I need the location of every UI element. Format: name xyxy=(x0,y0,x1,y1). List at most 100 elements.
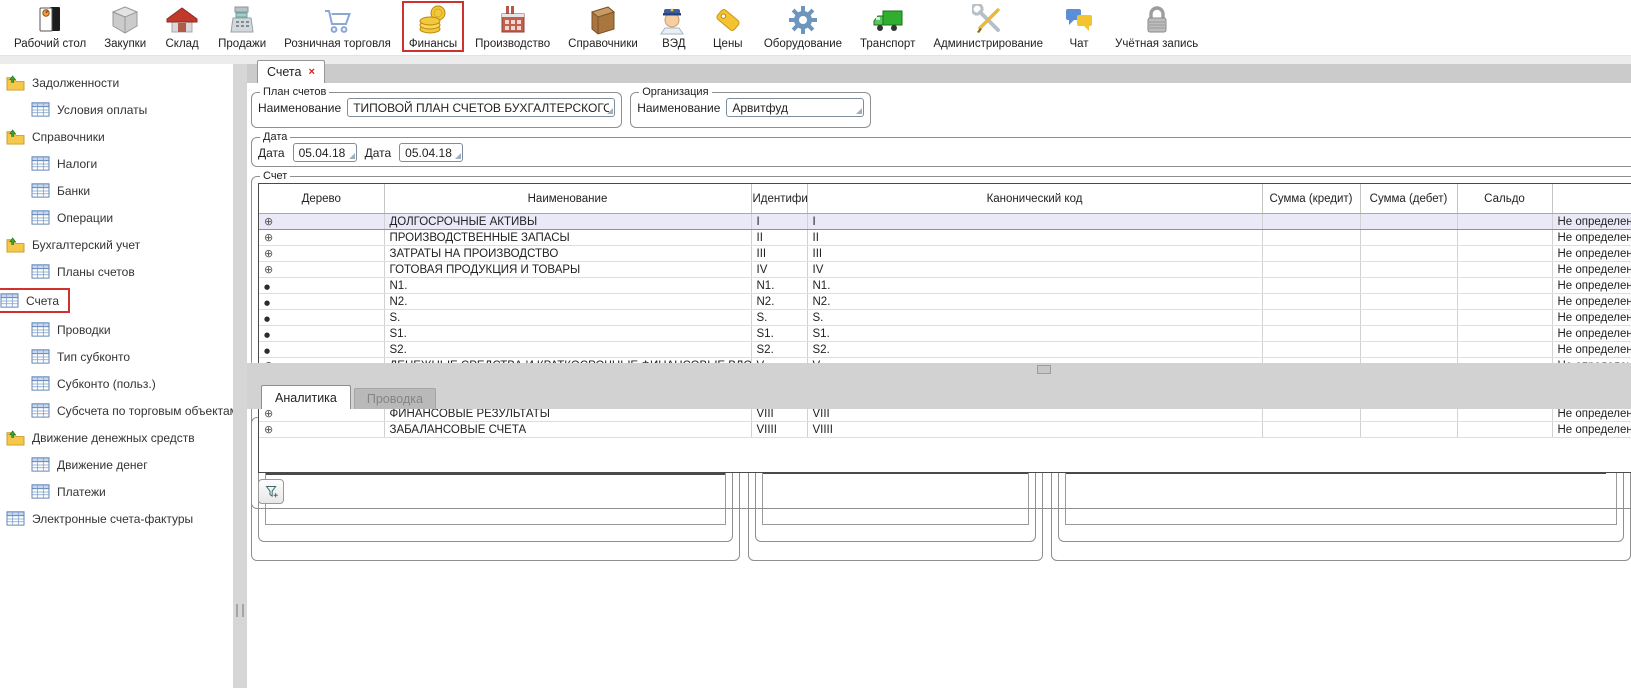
close-icon[interactable]: × xyxy=(308,66,314,78)
account-row[interactable]: ●N1.N1.N1.Не определено xyxy=(259,278,1631,294)
toolbar-item-truck[interactable]: Транспорт xyxy=(858,2,917,51)
sidebar-item[interactable]: Налоги xyxy=(31,153,97,174)
accounts-column-header-7[interactable] xyxy=(1552,184,1631,214)
date-from-label: Дата xyxy=(258,146,285,160)
toolbar-item-label: Финансы xyxy=(409,38,457,50)
toolbar-item-purchases-box[interactable]: Закупки xyxy=(102,2,148,51)
sidebar-item[interactable]: Субконто (польз.) xyxy=(31,373,156,394)
tools-icon xyxy=(970,3,1006,37)
splitter-grip-icon[interactable] xyxy=(1037,365,1051,374)
accounts-column-header-3[interactable]: Канонический код xyxy=(807,184,1262,214)
accounts-column-header-6[interactable]: Сальдо xyxy=(1457,184,1552,214)
book-icon xyxy=(585,3,621,37)
coins-icon xyxy=(415,3,451,37)
toolbar-item-tools[interactable]: Администрирование xyxy=(931,2,1045,51)
account-row[interactable]: ●S.S.S.Не определено xyxy=(259,310,1631,326)
sidebar-item[interactable]: Электронные счета-фактуры xyxy=(6,508,193,529)
sidebar-item[interactable]: Банки xyxy=(31,180,90,201)
sidebar-item[interactable]: Справочники xyxy=(6,126,105,147)
account-row[interactable]: ⊕ЗАБАЛАНСОВЫЕ СЧЕТАVIIIIVIIIIНе определе… xyxy=(259,422,1631,438)
accounts-column-header-2[interactable]: Идентифи xyxy=(751,184,807,214)
tree-expand-icon[interactable]: ⊕ xyxy=(264,263,273,276)
sidebar-item[interactable]: Проводки xyxy=(31,319,111,340)
sidebar-item[interactable]: Операции xyxy=(31,207,113,228)
filter-button[interactable] xyxy=(258,479,284,504)
sidebar-item-label: Субсчета по торговым объектам xyxy=(57,404,233,418)
sidebar-splitter[interactable] xyxy=(233,64,247,688)
plan-name-input[interactable] xyxy=(347,98,615,117)
toolbar-item-lock[interactable]: Учётная запись xyxy=(1113,2,1200,51)
toolbar-item-book[interactable]: Справочники xyxy=(566,2,640,51)
content-area: Задолженности Условия оплаты Справочники На… xyxy=(0,64,1631,688)
toolbar-item-gear[interactable]: Оборудование xyxy=(762,2,844,51)
accounts-column-header-5[interactable]: Сумма (дебет) xyxy=(1360,184,1457,214)
accounts-column-header-0[interactable]: Дерево xyxy=(259,184,384,214)
toolbar-item-shopping-cart[interactable]: Розничная торговля xyxy=(282,2,393,51)
account-row[interactable]: ⊕ЗАТРАТЫ НА ПРОИЗВОДСТВОIIIIIIНе определ… xyxy=(259,246,1631,262)
splitter-handle-icon[interactable] xyxy=(236,604,244,617)
account-identifier: VIIII xyxy=(751,422,807,438)
account-row[interactable]: ⊕ПРОИЗВОДСТВЕННЫЕ ЗАПАСЫIIIIНе определен… xyxy=(259,230,1631,246)
account-row[interactable]: ⊕ГОТОВАЯ ПРОДУКЦИЯ И ТОВАРЫIVIVНе опреде… xyxy=(259,262,1631,278)
date-from-input[interactable] xyxy=(293,143,357,162)
app-window: Рабочий стол Закупки Склад Продажи Розничная… xyxy=(0,0,1631,688)
sidebar-item-label: Проводки xyxy=(57,323,111,337)
sidebar-item[interactable]: Счета xyxy=(0,288,70,313)
toolbar-item-label: ВЭД xyxy=(662,38,685,50)
sidebar-item[interactable]: Планы счетов xyxy=(31,261,135,282)
tree-leaf-icon: ● xyxy=(264,331,270,339)
sidebar-item[interactable]: Задолженности xyxy=(6,72,119,93)
date-to-input[interactable] xyxy=(399,143,463,162)
toolbar-item-factory[interactable]: Производство xyxy=(473,2,552,51)
date-to-label: Дата xyxy=(365,146,392,160)
account-row[interactable]: ●N2.N2.N2.Не определено xyxy=(259,294,1631,310)
account-saldo xyxy=(1457,342,1552,358)
tab-analytics[interactable]: Аналитика xyxy=(261,385,351,409)
toolbar-item-label: Закупки xyxy=(104,38,146,50)
toolbar-item-customs-officer[interactable]: ВЭД xyxy=(654,2,694,51)
tab-posting[interactable]: Проводка xyxy=(354,388,436,409)
tree-expand-icon[interactable]: ⊕ xyxy=(264,215,273,228)
account-saldo xyxy=(1457,326,1552,342)
account-identifier: II xyxy=(751,230,807,246)
org-name-input[interactable] xyxy=(726,98,864,117)
account-sum-debit xyxy=(1360,310,1457,326)
toolbar-item-cash-register[interactable]: Продажи xyxy=(216,2,268,51)
toolbar-item-warehouse[interactable]: Склад xyxy=(162,2,202,51)
tab-accounts[interactable]: Счета × xyxy=(257,60,325,83)
sidebar-item[interactable]: Субсчета по торговым объектам xyxy=(31,400,233,421)
sidebar-item[interactable]: Тип субконто xyxy=(31,346,130,367)
sidebar-item[interactable]: Платежи xyxy=(31,481,106,502)
sidebar-item[interactable]: Движение денег xyxy=(31,454,148,475)
account-row[interactable]: ●S1.S1.S1.Не определено xyxy=(259,326,1631,342)
account-row[interactable]: ●S2.S2.S2.Не определено xyxy=(259,342,1631,358)
sidebar-item-label: Бухгалтерский учет xyxy=(32,238,140,252)
tree-expand-icon[interactable]: ⊕ xyxy=(264,247,273,260)
accounts-column-header-4[interactable]: Сумма (кредит) xyxy=(1262,184,1360,214)
account-sum-debit xyxy=(1360,246,1457,262)
table-icon xyxy=(31,101,50,118)
org-group-legend: Организация xyxy=(639,86,711,98)
shopping-cart-icon xyxy=(320,3,356,37)
account-row[interactable]: ⊕ДОЛГОСРОЧНЫЕ АКТИВЫIIНе определено xyxy=(259,214,1631,230)
accounts-column-header-1[interactable]: Наименование xyxy=(384,184,751,214)
account-name: ЗАБАЛАНСОВЫЕ СЧЕТА xyxy=(384,422,751,438)
toolbar-item-price-tag[interactable]: Цены xyxy=(708,2,748,51)
account-status: Не определено xyxy=(1552,278,1631,294)
account-canonical-code: S1. xyxy=(807,326,1262,342)
horizontal-splitter[interactable]: Аналитика Проводка xyxy=(247,363,1631,409)
accounts-group: Счет ДеревоНаименованиеИдентифиКаноничес… xyxy=(251,170,1631,509)
toolbar-item-label: Чат xyxy=(1069,38,1088,50)
factory-icon xyxy=(495,3,531,37)
tree-expand-icon[interactable]: ⊕ xyxy=(264,231,273,244)
toolbar-item-chat[interactable]: Чат xyxy=(1059,2,1099,51)
sidebar-item[interactable]: Условия оплаты xyxy=(31,99,147,120)
sidebar-item[interactable]: Движение денежных средств xyxy=(6,427,195,448)
toolbar-item-label: Администрирование xyxy=(933,38,1043,50)
tree-expand-icon[interactable]: ⊕ xyxy=(264,423,273,436)
sidebar-item[interactable]: Бухгалтерский учет xyxy=(6,234,140,255)
toolbar-item-coins[interactable]: Финансы xyxy=(402,1,464,52)
table-icon xyxy=(31,483,50,500)
toolbar-item-desktop-journal[interactable]: Рабочий стол xyxy=(12,2,88,51)
account-sum-credit xyxy=(1262,422,1360,438)
